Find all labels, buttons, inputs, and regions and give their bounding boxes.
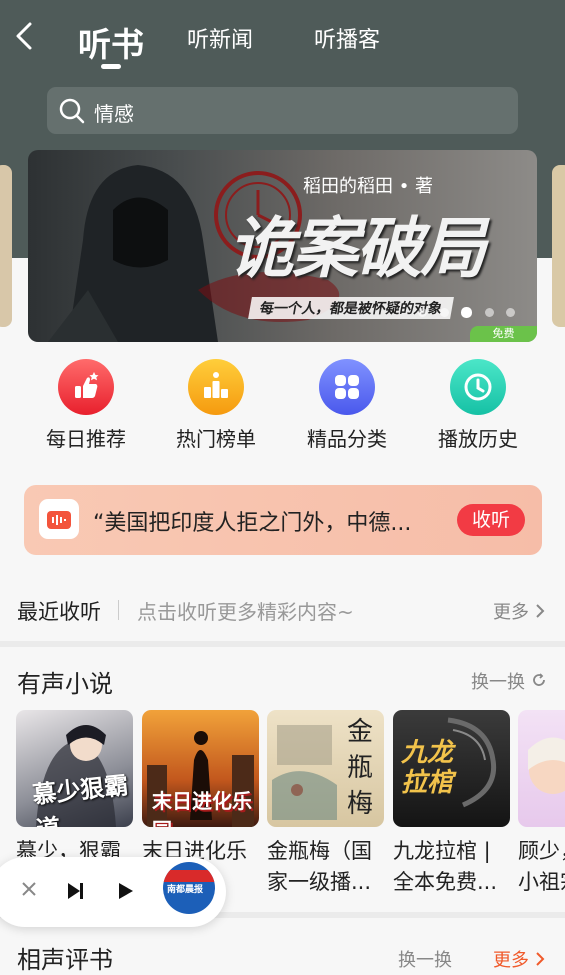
daily-recommend-button[interactable] (58, 359, 114, 415)
book-cover[interactable] (518, 710, 565, 827)
grid-icon (319, 359, 375, 415)
radio-icon (39, 499, 79, 539)
listen-button[interactable]: 收听 (457, 504, 525, 536)
thumbs-up-icon (58, 359, 114, 415)
skip-previous-icon[interactable] (64, 880, 86, 902)
book-cover[interactable]: 金瓶梅 (267, 710, 384, 827)
chevron-left-icon (16, 22, 32, 50)
recent-more-link[interactable]: 更多 (493, 598, 545, 624)
play-history-label: 播放历史 (438, 427, 518, 451)
now-playing-cover[interactable]: 南都晨报 (163, 862, 215, 914)
cover-title: 九龙拉棺 (401, 738, 454, 798)
search-icon (58, 97, 86, 125)
book-title-line: 顾少，你 (518, 839, 565, 863)
refresh-icon (532, 673, 545, 686)
tab-news[interactable]: 听新闻 (187, 22, 253, 54)
active-tab-indicator (101, 64, 121, 69)
cover-title: 金瓶梅 (347, 717, 374, 819)
tab-podcast[interactable]: 听播客 (314, 22, 380, 54)
back-button[interactable] (10, 18, 40, 54)
cover-title: 南都晨报 (167, 885, 204, 895)
recent-title: 最近收听 (17, 600, 101, 624)
more-label: 更多 (493, 950, 529, 971)
cover-title: 慕少狠霸道 (31, 770, 130, 827)
divider (118, 600, 119, 620)
carousel-dot (440, 308, 449, 317)
character-illustration (528, 737, 565, 794)
book-cover[interactable]: 末日进化乐园 (142, 710, 259, 827)
banner-next-peek[interactable] (552, 165, 565, 327)
book-title-line: 家一级播... (267, 870, 372, 894)
book-title-line: 小祖宗 (518, 870, 565, 894)
more-label: 更多 (493, 602, 529, 623)
categories-label: 精品分类 (307, 427, 387, 451)
daily-recommend-label: 每日推荐 (46, 427, 126, 451)
banner-prev-peek[interactable] (0, 165, 12, 327)
book-title-line: 九龙拉棺 | (393, 839, 491, 863)
carousel-dot (485, 308, 494, 317)
section-separator (0, 641, 565, 647)
book-cover[interactable]: 慕少狠霸道 (16, 710, 133, 827)
hot-rankings-button[interactable] (188, 359, 244, 415)
book-title[interactable]: 九龙拉棺 | 全本免费... (393, 836, 513, 898)
more-link[interactable]: 更多 (493, 946, 545, 972)
banner-title: 诡案破局 (228, 209, 486, 287)
chevron-right-icon (536, 952, 545, 966)
carousel-dot (418, 308, 427, 317)
book-title[interactable]: 金瓶梅（国 家一级播... (267, 836, 387, 898)
play-history-button[interactable] (450, 359, 506, 415)
search-input[interactable]: 情感 (94, 98, 134, 127)
carousel-dot (506, 308, 515, 317)
book-title-line: 金瓶梅（国 (267, 839, 372, 863)
play-icon[interactable] (114, 880, 136, 902)
refresh-button[interactable]: 换一换 (471, 668, 547, 694)
close-icon[interactable] (18, 878, 40, 900)
refresh-button[interactable]: 换一换 (398, 946, 452, 972)
free-badge: 免费 (470, 326, 537, 342)
cover-title: 末日进化乐园 (152, 789, 252, 827)
recent-hint[interactable]: 点击收听更多精彩内容~ (137, 596, 354, 625)
book-title[interactable]: 顾少，你 小祖宗 (518, 836, 565, 898)
book-cover[interactable]: 九龙拉棺 (393, 710, 510, 827)
carousel-dot-active (461, 307, 472, 318)
podium-icon (188, 359, 244, 415)
categories-button[interactable] (319, 359, 375, 415)
section-title: 有声小说 (17, 670, 113, 698)
promo-headline: “美国把印度人拒之门外，中德... (93, 511, 412, 536)
refresh-label: 换一换 (398, 950, 452, 971)
chevron-right-icon (536, 604, 545, 618)
refresh-label: 换一换 (471, 672, 525, 693)
clock-icon (450, 359, 506, 415)
tab-audiobook[interactable]: 听书 (78, 18, 144, 66)
hot-rankings-label: 热门榜单 (176, 427, 256, 451)
book-title-line: 全本免费... (393, 870, 498, 894)
